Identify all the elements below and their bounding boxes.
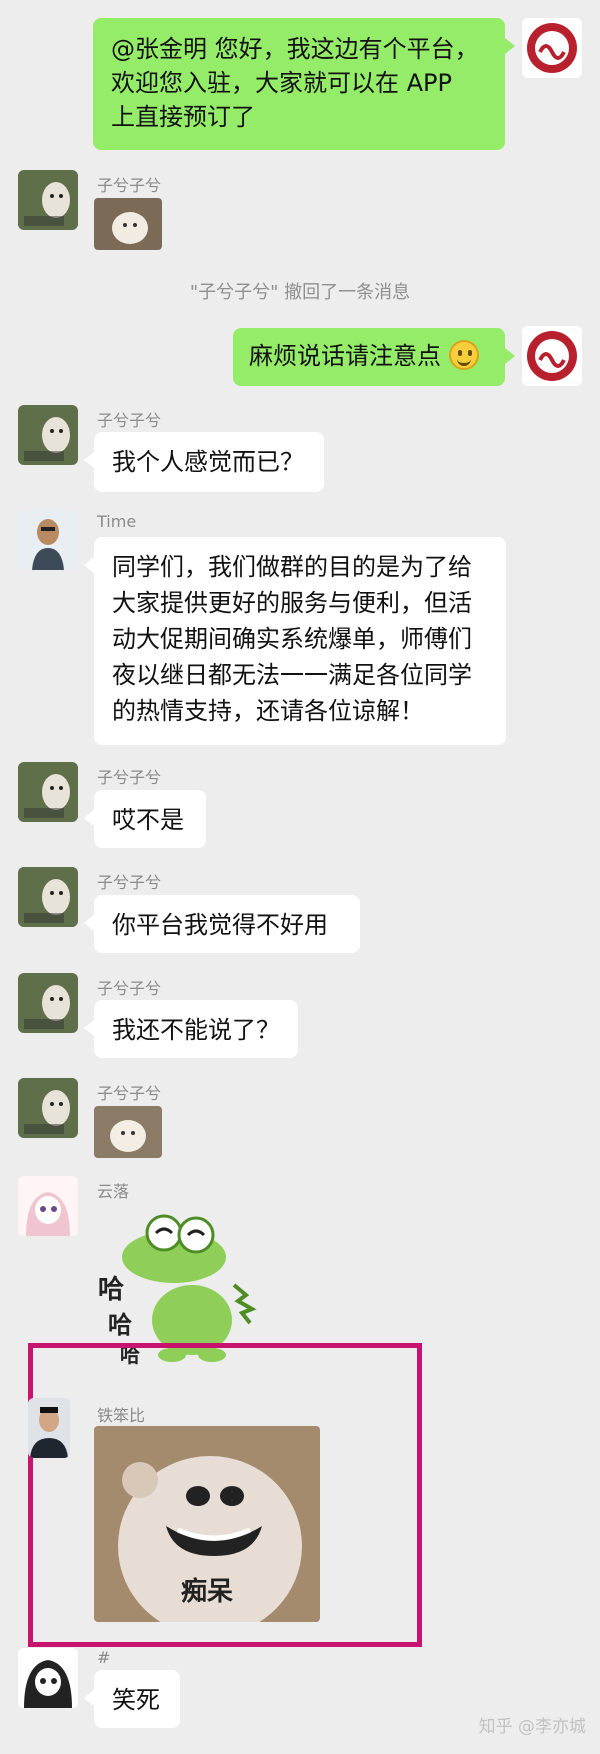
sender-name: 子兮子兮 [97,1084,162,1103]
message-text: 我还不能说了？ [112,1016,280,1044]
manga-girl-avatar[interactable] [18,1648,78,1708]
dog-avatar[interactable] [18,867,78,927]
sender-name: 子兮子兮 [97,176,162,195]
message-text-line: 欢迎您入驻，大家就可以在 APP [111,69,452,97]
sticker-text: 哈 [98,1275,125,1305]
cartoon-man-avatar[interactable] [18,510,78,570]
system-recall-notice: "子兮子兮" 撤回了一条消息 [189,282,411,303]
message-text-line: 同学们，我们做群的目的是为了给 [112,553,472,581]
message-bubble-self[interactable]: 麻烦说话请注意点 [233,328,515,386]
dumb-bear-sticker[interactable]: 痴呆 [94,1426,320,1622]
message-text-line: 夜以继日都无法一一满足各位同学 [112,661,472,689]
message-bubble-other[interactable]: 我还不能说了？ [84,1000,298,1058]
sender-name: 子兮子兮 [97,411,162,430]
message-text-line: 动大促期间确实系统爆单，师傅们 [112,625,472,653]
message-text: 你平台我觉得不好用 [112,911,328,939]
sender-name: 子兮子兮 [97,768,162,787]
dog-avatar[interactable] [18,762,78,822]
sticker-caption: 痴呆 [180,1577,233,1607]
sender-name: Time [97,512,137,531]
sender-name: 子兮子兮 [97,873,162,892]
message-text: 我个人感觉而已？ [112,448,304,476]
message-bubble-other[interactable]: 哎不是 [84,790,206,848]
message-text-line: 上直接预订了 [111,103,255,131]
message-bubble-other[interactable]: 同学们，我们做群的目的是为了给 大家提供更好的服务与便利，但活 动大促期间确实系… [84,537,506,745]
sender-name: 铁笨比 [97,1406,146,1425]
sender-name: 子兮子兮 [97,979,162,998]
zhihu-watermark: 知乎 @李亦城 [478,1717,586,1737]
message-text: 笑死 [112,1686,160,1714]
man-photo-avatar[interactable] [28,1398,70,1458]
smile-emoji-icon [448,340,479,370]
message-bubble-other[interactable]: 我个人感觉而已？ [84,432,324,492]
sender-name: 云落 [97,1182,130,1201]
message-bubble-other[interactable]: 你平台我觉得不好用 [84,895,360,953]
message-text-line: @张金明 您好，我这边有个平台， [111,35,479,63]
sticker-text: 哈 [108,1311,132,1339]
dog-avatar[interactable] [18,973,78,1033]
dog-avatar[interactable] [18,170,78,230]
own-avatar-red-seal-icon[interactable] [522,326,582,386]
dog-avatar[interactable] [18,405,78,465]
message-text-line: 大家提供更好的服务与便利，但活 [112,589,472,617]
message-text: 麻烦说话请注意点 [249,342,441,370]
cat-sticker[interactable] [94,1106,162,1158]
message-text-line: 的热情支持，还请各位谅解！ [112,697,424,725]
message-bubble-self[interactable]: @张金明 您好，我这边有个平台， 欢迎您入驻，大家就可以在 APP 上直接预订了 [93,18,515,150]
cat-sticker[interactable] [94,198,162,250]
message-text: 哎不是 [112,806,184,834]
message-bubble-other[interactable]: 笑死 [84,1670,180,1728]
dog-avatar[interactable] [18,1078,78,1138]
anime-girl-avatar[interactable] [18,1176,78,1236]
own-avatar-red-seal-icon[interactable] [522,18,582,78]
sender-name: # [97,1648,111,1667]
